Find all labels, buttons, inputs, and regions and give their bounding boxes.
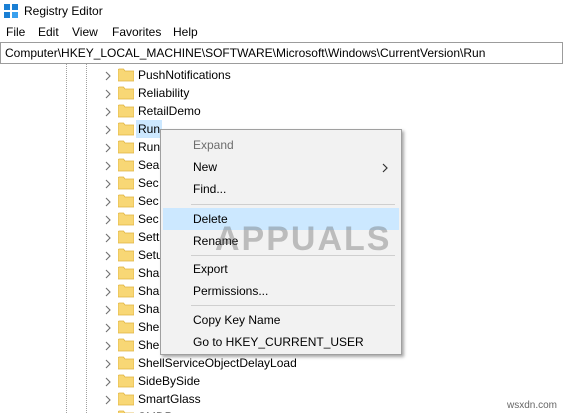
folder-icon [117,248,135,262]
chevron-right-icon[interactable] [103,340,113,351]
tree-node-label: Setu [138,248,163,262]
tree-node-label: Sha [138,302,160,316]
chevron-right-icon[interactable] [103,88,113,99]
context-menu-expand: Expand [163,134,399,156]
chevron-right-icon[interactable] [103,358,113,369]
window-title: Registry Editor [24,4,103,18]
copy-key-name-label: Copy Key Name [193,313,281,327]
folder-icon [117,374,135,388]
tree-node-label: She [138,338,160,352]
context-menu-export[interactable]: Export [163,258,399,280]
folder-icon [117,338,135,352]
tree-node[interactable]: SMDP [0,408,563,413]
tree-node-label: She [138,320,160,334]
delete-label: Delete [193,212,228,226]
folder-icon [117,320,135,334]
chevron-right-icon[interactable] [103,286,113,297]
context-menu-find[interactable]: Find... [163,178,399,200]
tree-node[interactable]: PushNotifications [0,66,563,84]
chevron-right-icon[interactable] [103,250,113,261]
tree-node-label: SideBySide [138,374,201,388]
tree-node-label: Sec [138,194,159,208]
menu-favorites[interactable]: Favorites [112,25,161,39]
context-menu-permissions[interactable]: Permissions... [163,280,399,302]
credit-text: wsxdn.com [506,400,557,411]
chevron-right-icon[interactable] [103,322,113,333]
chevron-right-icon[interactable] [103,70,113,81]
tree-node-label: ShellServiceObjectDelayLoad [138,356,297,370]
folder-icon [117,230,135,244]
tree-node-label: RetailDemo [138,104,201,118]
address-bar[interactable]: Computer\HKEY_LOCAL_MACHINE\SOFTWARE\Mic… [0,42,563,64]
chevron-right-icon[interactable] [103,232,113,243]
chevron-right-icon[interactable] [103,178,113,189]
chevron-right-icon[interactable] [103,196,113,207]
menu-edit[interactable]: Edit [38,25,59,39]
menu-view[interactable]: View [72,25,98,39]
context-menu-new[interactable]: New [163,156,399,178]
tree-node-label: Sett [138,230,160,244]
folder-icon [117,266,135,280]
context-menu: Expand New Find... Delete Rename Export … [160,129,402,355]
chevron-right-icon[interactable] [103,124,113,135]
tree-node-label: Sec [138,176,159,190]
chevron-right-icon[interactable] [103,142,113,153]
context-menu-goto-hkcu[interactable]: Go to HKEY_CURRENT_USER [163,331,399,353]
folder-icon [117,122,135,136]
chevron-right-icon[interactable] [103,160,113,171]
folder-icon [117,158,135,172]
tree-node-label: SmartGlass [138,392,201,406]
registry-editor-icon [4,4,18,18]
chevron-right-icon[interactable] [103,268,113,279]
expand-label: Expand [193,138,234,152]
tree-node[interactable]: SideBySide [0,372,563,390]
folder-icon [117,392,135,406]
new-label: New [193,160,218,174]
folder-icon [117,194,135,208]
context-menu-rename[interactable]: Rename [163,230,399,252]
tree-node-label: Sea [138,158,160,172]
folder-icon [117,86,135,100]
folder-icon [117,284,135,298]
find-label: Find... [193,182,227,196]
folder-icon [117,212,135,226]
tree-node[interactable]: ShellServiceObjectDelayLoad [0,354,563,372]
tree-node-label: Reliability [138,86,190,100]
tree-node-label: Sha [138,284,160,298]
context-menu-copy-key-name[interactable]: Copy Key Name [163,309,399,331]
folder-icon [117,302,135,316]
menu-separator [191,204,395,205]
tree-node-label: Run [138,140,161,154]
folder-icon [117,140,135,154]
menu-file[interactable]: File [6,25,25,39]
export-label: Export [193,262,228,276]
rename-label: Rename [193,234,239,248]
menu-help[interactable]: Help [173,25,198,39]
title-bar: Registry Editor [0,0,563,22]
menu-separator [191,255,395,256]
menu-separator [191,305,395,306]
folder-icon [117,68,135,82]
context-menu-delete[interactable]: Delete [163,208,399,230]
tree-node-label: Sec [138,212,159,226]
folder-icon [117,176,135,190]
address-path: Computer\HKEY_LOCAL_MACHINE\SOFTWARE\Mic… [5,46,486,60]
tree-node-label: Run [138,122,161,136]
folder-icon [117,356,135,370]
permissions-label: Permissions... [193,284,269,298]
chevron-right-icon[interactable] [103,376,113,387]
tree-node[interactable]: Reliability [0,84,563,102]
chevron-right-icon[interactable] [103,106,113,117]
chevron-right-icon[interactable] [103,214,113,225]
chevron-right-icon[interactable] [103,304,113,315]
tree-node[interactable]: SmartGlass [0,390,563,408]
folder-icon [117,104,135,118]
tree-node[interactable]: RetailDemo [0,102,563,120]
menu-bar: File Edit View Favorites Help [0,23,563,42]
chevron-right-icon [381,162,389,173]
chevron-right-icon[interactable] [103,394,113,405]
tree-node-label: Sha [138,266,160,280]
goto-hkcu-label: Go to HKEY_CURRENT_USER [193,335,364,349]
tree-node-label: PushNotifications [138,68,231,82]
